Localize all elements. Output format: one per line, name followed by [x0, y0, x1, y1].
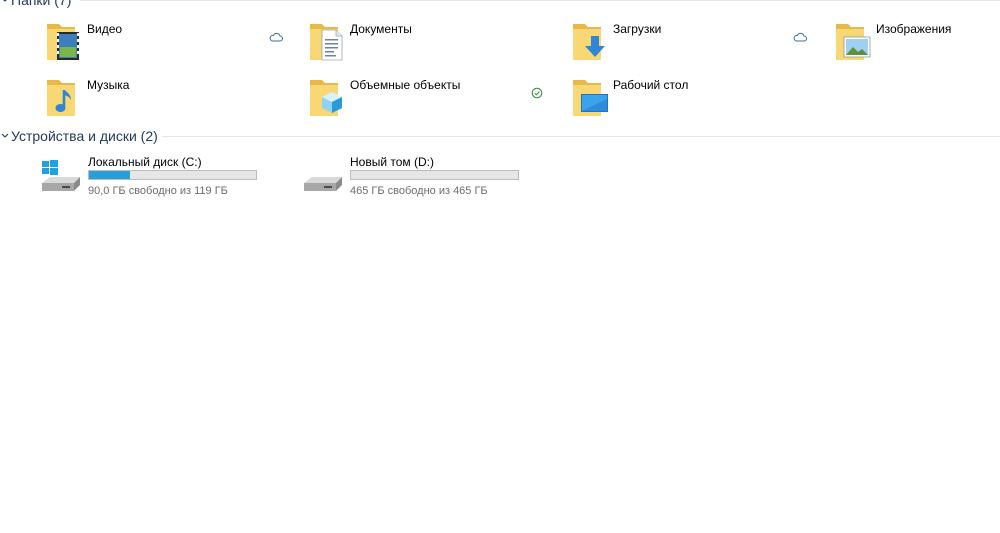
- group-header-folders[interactable]: Папки (7): [0, 0, 1000, 8]
- pictures-folder-icon: [836, 24, 871, 60]
- folder-label: Объемные объекты: [350, 78, 461, 92]
- synced-check-icon: [531, 87, 543, 99]
- folder-tile-documents[interactable]: Документы: [308, 20, 558, 64]
- drive-usage-fill: [89, 171, 130, 179]
- folder-label: Музыка: [87, 78, 130, 92]
- drive-usage-bar: [350, 170, 519, 180]
- windows-drive-icon: [42, 160, 80, 191]
- folder-label: Изображения: [876, 22, 952, 36]
- group-divider: [80, 0, 1000, 1]
- folder-tile-downloads[interactable]: Загрузки: [571, 20, 821, 64]
- folder-label: Видео: [87, 22, 123, 36]
- drive-name: Новый том (D:): [350, 155, 434, 169]
- chevron-down-icon: [0, 133, 10, 139]
- cloud-icon: [793, 32, 807, 42]
- folder-tile-pictures[interactable]: Изображения: [834, 20, 1000, 64]
- downloads-folder-icon: [573, 24, 605, 60]
- folder-tile-3d-objects[interactable]: Объемные объекты: [308, 76, 558, 120]
- drive-c[interactable]: Локальный диск (C:) 90,0 ГБ свободно из …: [40, 155, 290, 199]
- group-divider: [162, 136, 1000, 137]
- folder-tile-desktop[interactable]: Рабочий стол: [571, 76, 821, 120]
- folder-label: Загрузки: [613, 22, 662, 36]
- drive-free-space: 90,0 ГБ свободно из 119 ГБ: [88, 185, 228, 197]
- folder-label: Рабочий стол: [613, 78, 689, 92]
- drive-icon: [304, 177, 342, 191]
- folder-label: Документы: [350, 22, 412, 36]
- chevron-down-icon: [0, 0, 10, 3]
- drive-usage-bar: [88, 170, 257, 180]
- folder-tile-music[interactable]: Музыка: [45, 76, 295, 120]
- drive-name: Локальный диск (C:): [88, 155, 202, 169]
- folder-tile-video[interactable]: Видео: [45, 20, 295, 64]
- group-header-devices[interactable]: Устройства и диски (2): [0, 128, 1000, 144]
- drive-d[interactable]: Новый том (D:) 465 ГБ свободно из 465 ГБ: [302, 155, 552, 199]
- documents-folder-icon: [310, 24, 343, 61]
- music-folder-icon: [47, 80, 75, 116]
- desktop-folder-icon: [573, 80, 608, 116]
- group-title: Устройства и диски (2): [11, 128, 158, 144]
- cloud-icon: [269, 32, 283, 42]
- drive-free-space: 465 ГБ свободно из 465 ГБ: [350, 185, 488, 197]
- video-folder-icon: [47, 24, 79, 60]
- group-title: Папки (7): [11, 0, 72, 8]
- 3d-objects-folder-icon: [310, 80, 342, 116]
